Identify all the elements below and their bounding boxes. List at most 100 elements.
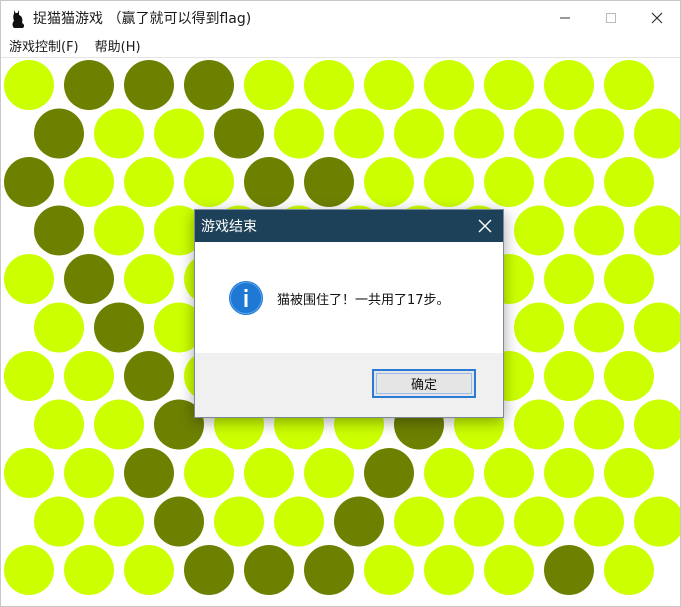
open-cell[interactable] bbox=[484, 545, 534, 595]
open-cell[interactable] bbox=[634, 399, 681, 450]
blocked-cell[interactable] bbox=[64, 254, 114, 304]
blocked-cell[interactable] bbox=[64, 60, 114, 110]
open-cell[interactable] bbox=[574, 496, 624, 547]
open-cell[interactable] bbox=[604, 545, 654, 595]
blocked-cell[interactable] bbox=[244, 545, 294, 595]
open-cell[interactable] bbox=[424, 60, 474, 110]
open-cell[interactable] bbox=[94, 496, 144, 547]
open-cell[interactable] bbox=[544, 448, 594, 498]
open-cell[interactable] bbox=[424, 545, 474, 595]
open-cell[interactable] bbox=[394, 108, 444, 159]
blocked-cell[interactable] bbox=[184, 60, 234, 110]
open-cell[interactable] bbox=[364, 545, 414, 595]
open-cell[interactable] bbox=[304, 60, 354, 110]
open-cell[interactable] bbox=[34, 496, 84, 547]
open-cell[interactable] bbox=[64, 157, 114, 207]
open-cell[interactable] bbox=[4, 60, 54, 110]
open-cell[interactable] bbox=[634, 108, 681, 159]
blocked-cell[interactable] bbox=[334, 496, 384, 547]
open-cell[interactable] bbox=[124, 545, 174, 595]
blocked-cell[interactable] bbox=[304, 545, 354, 595]
open-cell[interactable] bbox=[454, 496, 504, 547]
menu-game-control[interactable]: 游戏控制(F) bbox=[1, 36, 87, 55]
blocked-cell[interactable] bbox=[34, 205, 84, 256]
open-cell[interactable] bbox=[544, 157, 594, 207]
open-cell[interactable] bbox=[604, 351, 654, 401]
blocked-cell[interactable] bbox=[4, 157, 54, 207]
open-cell[interactable] bbox=[544, 60, 594, 110]
title-bar[interactable]: 捉猫猫游戏 （赢了就可以得到flag) bbox=[1, 1, 680, 34]
menu-help[interactable]: 帮助(H) bbox=[87, 36, 149, 55]
close-button[interactable] bbox=[634, 1, 680, 34]
open-cell[interactable] bbox=[454, 108, 504, 159]
open-cell[interactable] bbox=[274, 108, 324, 159]
open-cell[interactable] bbox=[244, 60, 294, 110]
open-cell[interactable] bbox=[484, 60, 534, 110]
open-cell[interactable] bbox=[34, 302, 84, 353]
open-cell[interactable] bbox=[604, 60, 654, 110]
open-cell[interactable] bbox=[634, 302, 681, 353]
open-cell[interactable] bbox=[424, 157, 474, 207]
open-cell[interactable] bbox=[184, 448, 234, 498]
open-cell[interactable] bbox=[544, 351, 594, 401]
open-cell[interactable] bbox=[304, 448, 354, 498]
open-cell[interactable] bbox=[364, 60, 414, 110]
open-cell[interactable] bbox=[124, 254, 174, 304]
blocked-cell[interactable] bbox=[544, 545, 594, 595]
open-cell[interactable] bbox=[364, 157, 414, 207]
open-cell[interactable] bbox=[214, 496, 264, 547]
open-cell[interactable] bbox=[514, 205, 564, 256]
open-cell[interactable] bbox=[544, 254, 594, 304]
open-cell[interactable] bbox=[4, 545, 54, 595]
minimize-button[interactable] bbox=[542, 1, 588, 34]
open-cell[interactable] bbox=[4, 351, 54, 401]
open-cell[interactable] bbox=[514, 496, 564, 547]
open-cell[interactable] bbox=[34, 399, 84, 450]
open-cell[interactable] bbox=[424, 448, 474, 498]
open-cell[interactable] bbox=[514, 399, 564, 450]
open-cell[interactable] bbox=[574, 108, 624, 159]
open-cell[interactable] bbox=[604, 254, 654, 304]
open-cell[interactable] bbox=[94, 399, 144, 450]
open-cell[interactable] bbox=[274, 496, 324, 547]
open-cell[interactable] bbox=[634, 205, 681, 256]
open-cell[interactable] bbox=[4, 254, 54, 304]
open-cell[interactable] bbox=[244, 448, 294, 498]
blocked-cell[interactable] bbox=[214, 108, 264, 159]
open-cell[interactable] bbox=[604, 448, 654, 498]
blocked-cell[interactable] bbox=[244, 157, 294, 207]
open-cell[interactable] bbox=[64, 448, 114, 498]
open-cell[interactable] bbox=[334, 108, 384, 159]
dialog-close-button[interactable] bbox=[475, 216, 495, 236]
open-cell[interactable] bbox=[484, 448, 534, 498]
open-cell[interactable] bbox=[64, 545, 114, 595]
open-cell[interactable] bbox=[484, 157, 534, 207]
blocked-cell[interactable] bbox=[304, 157, 354, 207]
open-cell[interactable] bbox=[94, 108, 144, 159]
open-cell[interactable] bbox=[574, 302, 624, 353]
open-cell[interactable] bbox=[4, 448, 54, 498]
open-cell[interactable] bbox=[604, 157, 654, 207]
blocked-cell[interactable] bbox=[364, 448, 414, 498]
open-cell[interactable] bbox=[514, 108, 564, 159]
blocked-cell[interactable] bbox=[124, 351, 174, 401]
blocked-cell[interactable] bbox=[124, 60, 174, 110]
open-cell[interactable] bbox=[394, 496, 444, 547]
open-cell[interactable] bbox=[124, 157, 174, 207]
blocked-cell[interactable] bbox=[94, 302, 144, 353]
open-cell[interactable] bbox=[154, 108, 204, 159]
open-cell[interactable] bbox=[94, 205, 144, 256]
open-cell[interactable] bbox=[184, 157, 234, 207]
blocked-cell[interactable] bbox=[124, 448, 174, 498]
blocked-cell[interactable] bbox=[184, 545, 234, 595]
open-cell[interactable] bbox=[64, 351, 114, 401]
open-cell[interactable] bbox=[574, 205, 624, 256]
dialog-title-bar[interactable]: 游戏结束 bbox=[195, 210, 503, 242]
open-cell[interactable] bbox=[574, 399, 624, 450]
blocked-cell[interactable] bbox=[34, 108, 84, 159]
blocked-cell[interactable] bbox=[154, 496, 204, 547]
open-cell[interactable] bbox=[634, 496, 681, 547]
ok-button[interactable]: 确定 bbox=[372, 369, 476, 398]
maximize-button[interactable] bbox=[588, 1, 634, 34]
open-cell[interactable] bbox=[514, 302, 564, 353]
